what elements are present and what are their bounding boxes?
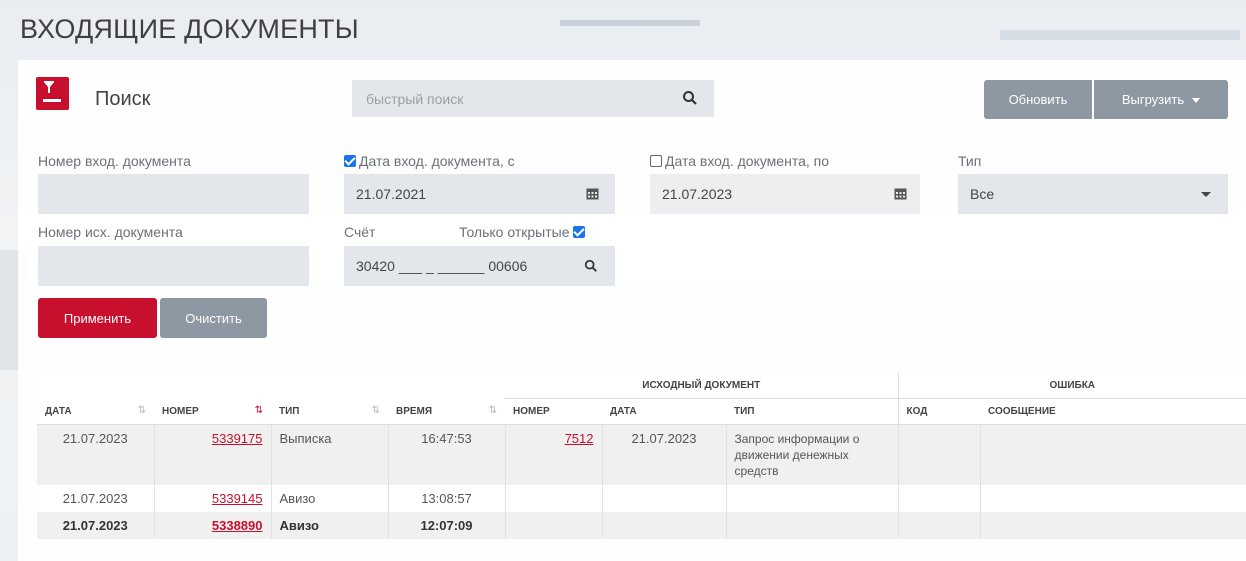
chevron-down-icon xyxy=(1201,192,1211,197)
col-src-number: НОМЕР xyxy=(505,398,602,425)
filter-icon xyxy=(43,81,61,102)
date-to-checkbox[interactable] xyxy=(650,155,662,167)
date-from-label-wrap[interactable]: Дата вход. документа, с xyxy=(344,153,515,169)
cell-date: 21.07.2023 xyxy=(37,424,155,485)
export-label: Выгрузить xyxy=(1121,92,1185,107)
cell-src-date xyxy=(602,485,727,512)
type-label: Тип xyxy=(958,153,982,169)
col-src-date: ДАТА xyxy=(602,398,726,425)
cell-err-message xyxy=(980,424,1246,485)
document-number-link[interactable]: 5339175 xyxy=(212,431,263,446)
cell-err-message xyxy=(980,512,1246,539)
in-doc-number-label: Номер вход. документа xyxy=(38,153,191,169)
account-field[interactable]: 30420 ___ _ ______ 00606 xyxy=(344,246,615,286)
apply-button[interactable]: Применить xyxy=(38,298,157,338)
document-number-link[interactable]: 5339145 xyxy=(212,491,263,506)
search-icon[interactable] xyxy=(584,259,598,273)
type-select-value: Все xyxy=(970,186,995,202)
sort-icon[interactable]: ⇅ xyxy=(138,405,146,416)
date-to-field[interactable]: 21.07.2023 xyxy=(650,174,920,214)
cell-src-type: Запрос информации о движении денежных ср… xyxy=(726,424,899,485)
chevron-down-icon xyxy=(1192,98,1201,104)
type-select[interactable]: Все xyxy=(958,174,1228,214)
col-err-message: СООБЩЕНИЕ xyxy=(980,398,1246,425)
cell-time: 12:07:09 xyxy=(388,512,506,539)
col-type[interactable]: ТИП ⇅ xyxy=(271,398,388,425)
cell-src-type xyxy=(726,512,899,539)
export-button[interactable]: Выгрузить xyxy=(1094,80,1228,119)
out-doc-number-field[interactable] xyxy=(38,246,309,286)
quick-search-input[interactable] xyxy=(352,80,714,117)
documents-table: ИСХОДНЫЙ ДОКУМЕНТ ОШИБКА ДАТА ⇅ НОМЕР ⇅ ТИ… xyxy=(37,373,1246,539)
document-number-link[interactable]: 5338890 xyxy=(212,518,263,533)
cell-time: 16:47:53 xyxy=(388,424,506,485)
cell-src-number xyxy=(505,485,603,512)
col-number[interactable]: НОМЕР ⇅ xyxy=(154,398,271,425)
cell-err-code xyxy=(898,512,981,539)
filter-toggle-button[interactable] xyxy=(36,77,69,110)
cell-date: 21.07.2023 xyxy=(37,512,155,539)
table-row[interactable]: 21.07.2023 5339145 Авизо 13:08:57 xyxy=(37,485,1246,512)
group-source-doc: ИСХОДНЫЙ ДОКУМЕНТ xyxy=(505,373,899,399)
date-from-value: 21.07.2021 xyxy=(356,186,427,202)
date-to-label-wrap[interactable]: Дата вход. документа, по xyxy=(650,153,829,169)
source-doc-number-link[interactable]: 7512 xyxy=(565,431,594,446)
col-date[interactable]: ДАТА ⇅ xyxy=(37,398,154,425)
cell-err-message xyxy=(980,485,1246,512)
out-doc-number-label: Номер исх. документа xyxy=(38,224,183,240)
cell-type: Авизо xyxy=(271,485,389,512)
date-from-field[interactable]: 21.07.2021 xyxy=(344,174,615,214)
cell-type: Выписка xyxy=(271,424,389,485)
search-panel: Поиск Обновить Выгрузить Номер вход. док… xyxy=(18,60,1246,561)
in-doc-number-field[interactable] xyxy=(38,174,309,214)
only-open-wrap[interactable]: Только открытые xyxy=(459,224,588,240)
table-row[interactable]: 21.07.2023 5339175 Выписка 16:47:53 7512… xyxy=(37,424,1246,485)
search-title: Поиск xyxy=(95,88,151,110)
col-time[interactable]: ВРЕМЯ ⇅ xyxy=(388,398,505,425)
only-open-checkbox[interactable] xyxy=(573,226,586,238)
date-from-label: Дата вход. документа, с xyxy=(359,153,515,169)
sort-icon[interactable]: ⇅ xyxy=(489,405,497,416)
calendar-icon[interactable] xyxy=(586,187,599,200)
account-label: Счёт xyxy=(344,224,376,240)
date-to-label: Дата вход. документа, по xyxy=(665,153,830,169)
cell-err-code xyxy=(898,424,981,485)
col-err-code: КОД xyxy=(898,398,981,425)
cell-src-date: 21.07.2023 xyxy=(602,424,727,485)
cell-date: 21.07.2023 xyxy=(37,485,155,512)
search-icon[interactable] xyxy=(682,90,698,106)
cell-src-number xyxy=(505,512,603,539)
clear-button[interactable]: Очистить xyxy=(160,298,267,338)
sort-desc-icon[interactable]: ⇅ xyxy=(255,405,263,416)
account-value: 30420 ___ _ ______ 00606 xyxy=(356,258,528,274)
date-from-checkbox[interactable] xyxy=(344,155,356,167)
sort-icon[interactable]: ⇅ xyxy=(372,405,380,416)
cell-err-code xyxy=(898,485,981,512)
page-title: ВХОДЯЩИЕ ДОКУМЕНТЫ xyxy=(20,14,359,44)
cell-type: Авизо xyxy=(271,512,389,539)
calendar-icon[interactable] xyxy=(894,187,907,200)
refresh-button[interactable]: Обновить xyxy=(984,80,1092,119)
only-open-label: Только открытые xyxy=(459,224,570,240)
group-error: ОШИБКА xyxy=(898,373,1246,399)
cell-src-type xyxy=(726,485,899,512)
date-to-value: 21.07.2023 xyxy=(662,186,733,202)
cell-src-date xyxy=(602,512,727,539)
cell-time: 13:08:57 xyxy=(388,485,506,512)
table-row[interactable]: 21.07.2023 5338890 Авизо 12:07:09 xyxy=(37,512,1246,539)
col-src-type: ТИП xyxy=(726,398,899,425)
